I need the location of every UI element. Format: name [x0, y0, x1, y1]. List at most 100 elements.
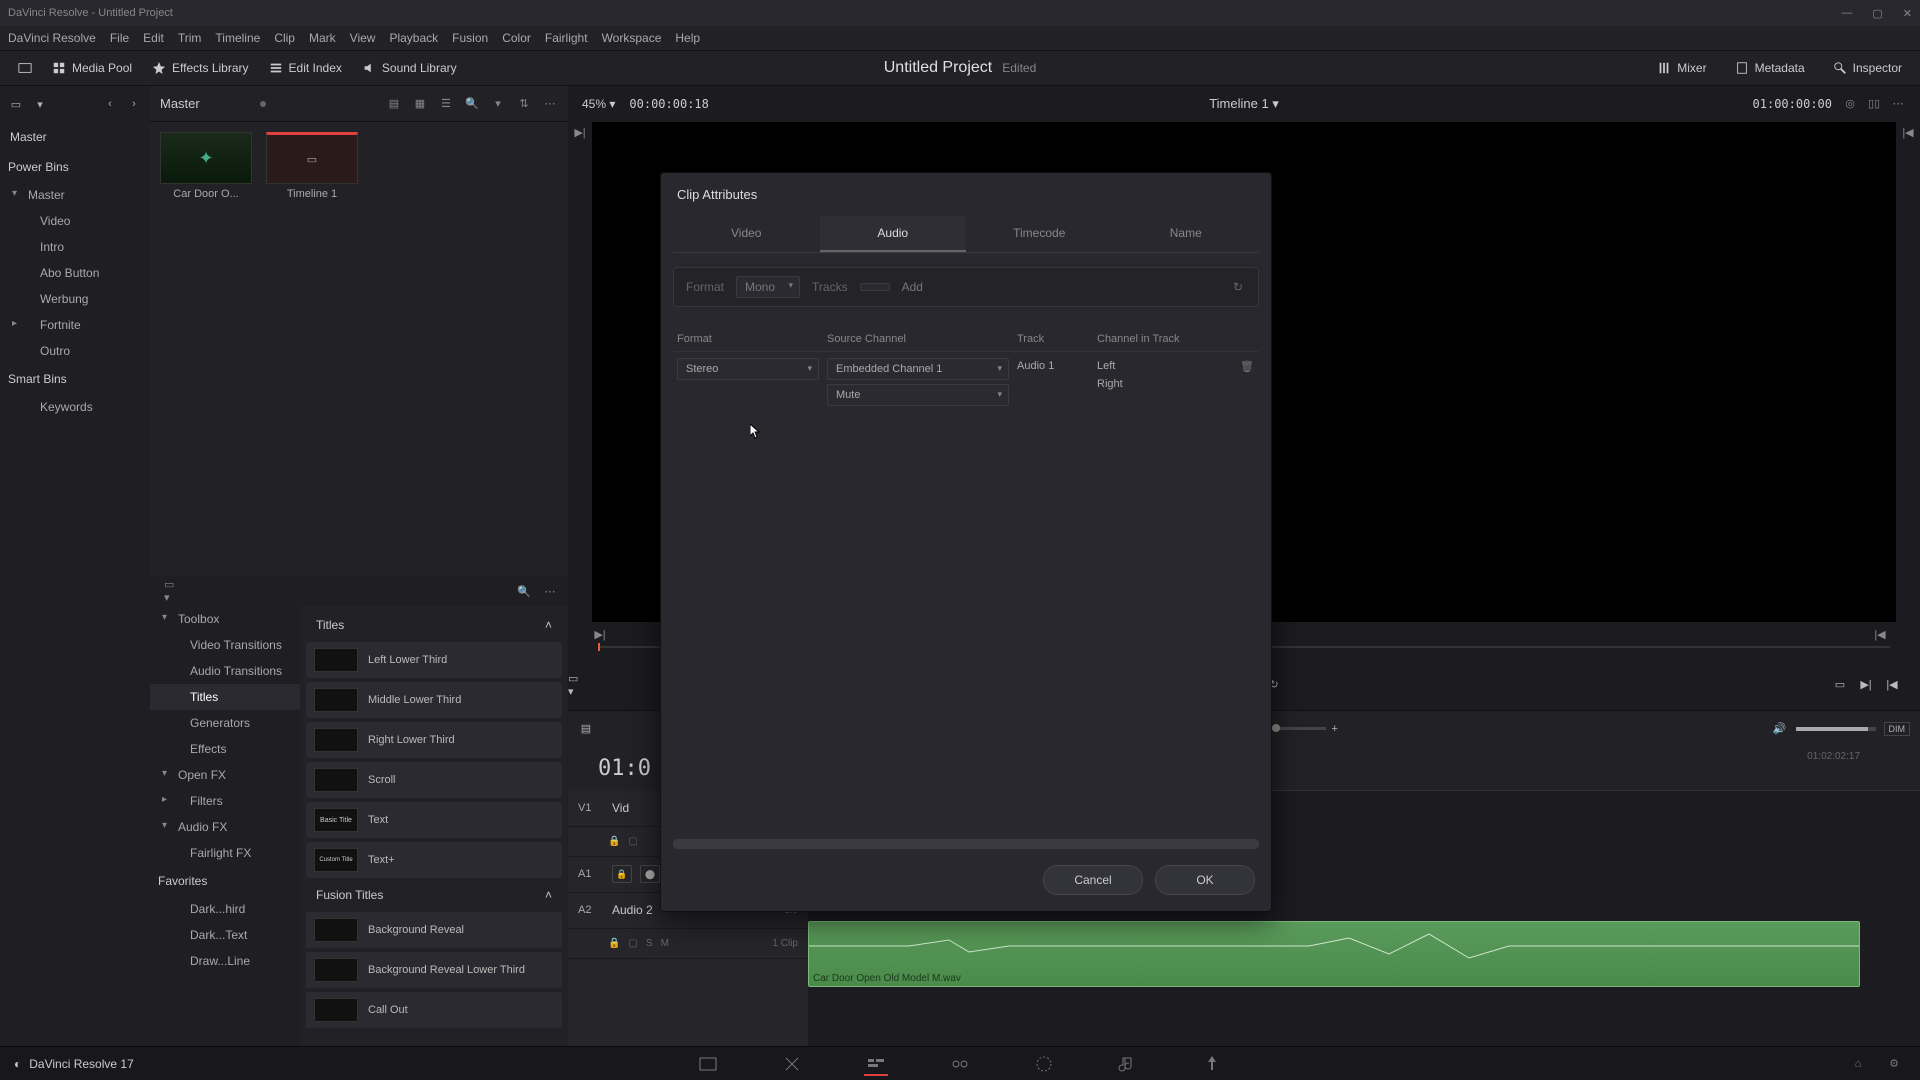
menu-item[interactable]: Trim	[178, 31, 202, 45]
media-pool-button[interactable]: Media Pool	[42, 57, 142, 79]
zoom-in-icon[interactable]: +	[1332, 723, 1338, 735]
cancel-button[interactable]: Cancel	[1043, 865, 1143, 895]
title-preset[interactable]: Right Lower Third	[306, 722, 562, 758]
match-frame-icon[interactable]: ▭	[1832, 677, 1848, 693]
fav-item[interactable]: Draw...Line	[150, 948, 300, 974]
title-preset[interactable]: Background Reveal Lower Third	[306, 952, 562, 988]
next-clip-icon[interactable]: |◀	[1902, 126, 1913, 139]
record-icon[interactable]: ⬤	[640, 865, 660, 883]
minimize-icon[interactable]: —	[1841, 7, 1852, 20]
fav-item[interactable]: Dark...Text	[150, 922, 300, 948]
search-icon[interactable]: 🔍	[516, 583, 532, 599]
bin-item[interactable]: Fortnite	[0, 312, 150, 338]
timecode-right[interactable]: 01:00:00:00	[1753, 97, 1832, 111]
close-icon[interactable]: ✕	[1903, 7, 1912, 20]
color-page-icon[interactable]	[1032, 1052, 1056, 1076]
menu-item[interactable]: Help	[675, 31, 700, 45]
fusion-titles-section-header[interactable]: Fusion Titles˄	[306, 882, 562, 908]
tab-name[interactable]: Name	[1113, 216, 1260, 252]
title-preset[interactable]: Custom TitleText+	[306, 842, 562, 878]
timeline-name[interactable]: Timeline 1 ▾	[1209, 96, 1279, 112]
edit-index-button[interactable]: Edit Index	[259, 57, 352, 79]
trash-icon[interactable]: 🗑	[1239, 356, 1255, 372]
volume-slider[interactable]	[1796, 727, 1876, 731]
menu-item[interactable]: File	[110, 31, 129, 45]
dialog-scrollbar[interactable]	[673, 839, 1259, 849]
collapse-icon[interactable]: |◀	[1872, 626, 1888, 642]
title-preset[interactable]: Middle Lower Third	[306, 682, 562, 718]
tracks-input[interactable]	[860, 283, 890, 291]
volume-icon[interactable]: 🔊	[1772, 721, 1788, 737]
mixer-button[interactable]: Mixer	[1647, 57, 1716, 79]
thumb-view-icon[interactable]: ▦	[412, 96, 428, 112]
tab-audio[interactable]: Audio	[820, 216, 967, 252]
sound-library-button[interactable]: Sound Library	[352, 57, 467, 79]
bin-item[interactable]: Werbung	[0, 286, 150, 312]
openfx-node[interactable]: Open FX	[150, 762, 300, 788]
menu-item[interactable]: Fusion	[452, 31, 488, 45]
lock-icon[interactable]: 🔒	[608, 938, 620, 949]
media-page-icon[interactable]	[696, 1052, 720, 1076]
tab-timecode[interactable]: Timecode	[966, 216, 1113, 252]
bypass-icon[interactable]: ◎	[1842, 96, 1858, 112]
timeline-view-icon[interactable]: ▤	[578, 721, 594, 737]
search-icon[interactable]: 🔍	[464, 96, 480, 112]
list-view-icon[interactable]: ☰	[438, 96, 454, 112]
fav-item[interactable]: Dark...hird	[150, 896, 300, 922]
more-icon[interactable]: ⋯	[542, 583, 558, 599]
menu-item[interactable]: View	[350, 31, 376, 45]
prev-clip-icon[interactable]: ▶|	[574, 126, 585, 139]
crop-icon[interactable]: ▭ ▾	[568, 677, 584, 693]
chevron-right-icon[interactable]: ›	[126, 96, 142, 112]
edit-page-icon[interactable]	[864, 1052, 888, 1076]
toolbox-node[interactable]: Toolbox	[150, 606, 300, 632]
fusion-page-icon[interactable]	[948, 1052, 972, 1076]
eff-tree-item[interactable]: Filters	[150, 788, 300, 814]
chevron-down-icon[interactable]: ▾	[490, 96, 506, 112]
more-icon[interactable]: ⋯	[542, 96, 558, 112]
timecode-left[interactable]: 00:00:00:18	[629, 97, 708, 111]
title-preset[interactable]: Left Lower Third	[306, 642, 562, 678]
menu-item[interactable]: Mark	[309, 31, 336, 45]
zoom-level[interactable]: 45% ▾	[582, 97, 615, 111]
audio-clip[interactable]: Car Door Open Old Model M.wav	[808, 921, 1860, 987]
menu-item[interactable]: Color	[502, 31, 531, 45]
eff-tree-item[interactable]: Effects	[150, 736, 300, 762]
inspector-button[interactable]: Inspector	[1823, 57, 1912, 79]
titles-section-header[interactable]: Titles˄	[306, 612, 562, 638]
panel-icon[interactable]: ▭ ▾	[164, 583, 180, 599]
auto-select-icon[interactable]: ▢	[628, 938, 637, 949]
eff-tree-item[interactable]: Fairlight FX	[150, 840, 300, 866]
maximize-icon[interactable]: ▢	[1872, 7, 1882, 20]
reset-icon[interactable]: ↻	[1230, 279, 1246, 295]
eff-tree-item[interactable]: Generators	[150, 710, 300, 736]
sort-icon[interactable]: ⇅	[516, 96, 532, 112]
ok-button[interactable]: OK	[1155, 865, 1255, 895]
smart-bins-header[interactable]: Smart Bins	[0, 364, 150, 394]
title-preset[interactable]: Background Reveal	[306, 912, 562, 948]
go-end-icon[interactable]: ▶|	[1858, 677, 1874, 693]
title-preset[interactable]: Basic TitleText	[306, 802, 562, 838]
media-clip[interactable]: ▭ Timeline 1	[266, 132, 358, 200]
title-preset[interactable]: Call Out	[306, 992, 562, 1028]
menu-item[interactable]: Fairlight	[545, 31, 588, 45]
bin-item[interactable]: Video	[0, 208, 150, 234]
lock-icon[interactable]: 🔒	[612, 865, 632, 883]
layout-icon[interactable]	[8, 57, 42, 79]
eff-tree-item[interactable]: Titles	[150, 684, 300, 710]
more-icon[interactable]: ⋯	[1890, 96, 1906, 112]
bin-item[interactable]: Abo Button	[0, 260, 150, 286]
menu-item[interactable]: Timeline	[215, 31, 260, 45]
solo-button[interactable]: S	[646, 938, 653, 949]
split-icon[interactable]: ▯▯	[1866, 96, 1882, 112]
row-format-select[interactable]: Stereo	[677, 358, 819, 380]
tab-video[interactable]: Video	[673, 216, 820, 252]
mute-button[interactable]: M	[661, 938, 669, 949]
chevron-left-icon[interactable]: ‹	[102, 96, 118, 112]
chevron-down-icon[interactable]: ▾	[32, 96, 48, 112]
go-start-icon[interactable]: |◀	[1884, 677, 1900, 693]
metadata-button[interactable]: Metadata	[1725, 57, 1815, 79]
bin-master[interactable]: Master	[0, 122, 150, 152]
dim-button[interactable]: DIM	[1884, 722, 1911, 736]
bin-item[interactable]: Keywords	[0, 394, 150, 420]
